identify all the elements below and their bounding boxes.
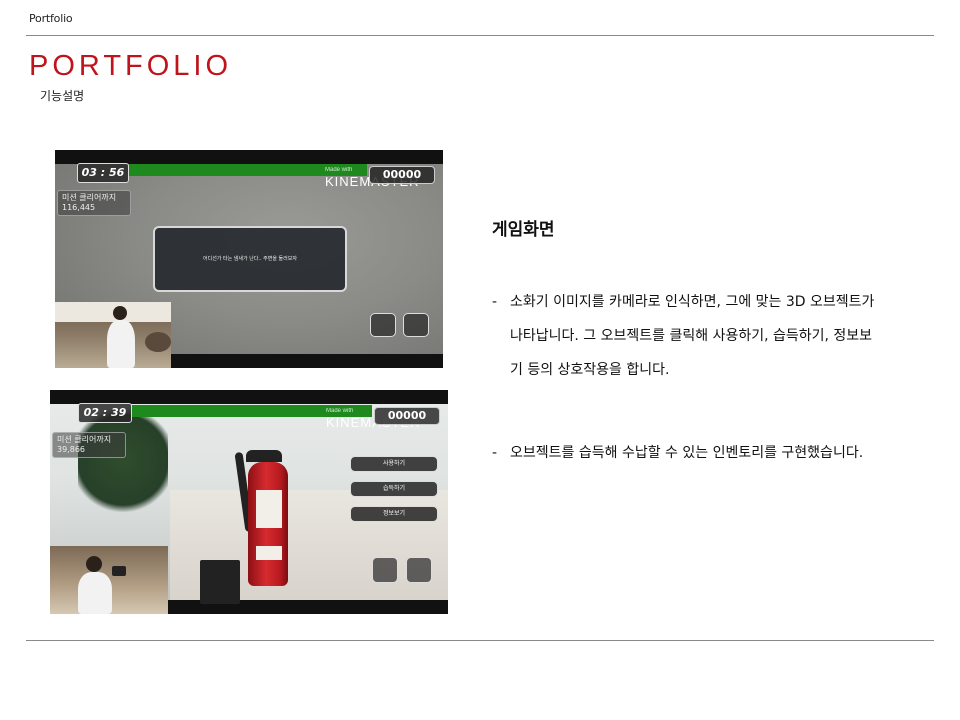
extinguisher-valve [246,450,282,462]
bullet-dash: - [492,445,498,461]
section-heading: 게임화면 [492,220,555,240]
bullet-line: 소화기 이미지를 카메라로 인식하면, 그에 맞는 3D 오브젝트가 [510,294,875,310]
game-screenshot-2: 02 : 39 Made with KINEMASTER 00000 미션 클리… [50,390,448,614]
mission-label: 미션 클리어까지 [57,435,112,444]
person-body [107,320,135,368]
header-label: Portfolio [29,12,73,25]
description-bullet-1: - 소화기 이미지를 카메라로 인식하면, 그에 맞는 3D 오브젝트가 나타납… [492,285,932,387]
action-button-left [370,313,396,337]
mission-value: 39,866 [57,445,85,454]
person-body [78,572,112,614]
bullet-dash: - [492,294,498,310]
bullet-line: 기 등의 상호작용을 합니다. [510,362,670,378]
dialog-box: 어디선가 타는 냄새가 난다.. 주변을 둘러보자 [153,226,347,292]
score-box: 00000 [369,166,435,184]
mission-panel: 미션 클리어까지 116,445 [57,190,131,216]
camera-inset [50,546,168,614]
acquire-button: 습득하기 [350,481,438,497]
mission-panel: 미션 클리어까지 39,866 [52,432,126,458]
action-button-right [403,313,429,337]
fire-extinguisher [248,462,288,586]
top-divider [26,35,934,36]
bullet-line: 나타납니다. 그 오브젝트를 클릭해 사용하기, 습득하기, 정보보 [510,328,873,344]
action-button-left [372,557,398,583]
page-subtitle: 기능설명 [40,89,85,103]
info-button: 정보보기 [350,506,438,522]
score-box: 00000 [374,407,440,425]
description-bullet-2: - 오브젝트를 습득해 수납할 수 있는 인벤토리를 구현했습니다. [492,436,932,470]
mission-label: 미션 클리어까지 [62,193,117,202]
person-head [86,556,102,572]
phone [112,566,126,576]
mission-value: 116,445 [62,203,96,212]
bullet-line: 오브젝트를 습득해 수납할 수 있는 인벤토리를 구현했습니다. [510,445,864,461]
timer: 02 : 39 [78,403,132,423]
use-button: 사용하기 [350,456,438,472]
game-screenshot-1: 03 : 56 Made with KINEMASTER 00000 미션 클리… [55,150,443,368]
camera-inset [55,302,171,368]
page-title: PORTFOLIO [29,50,233,82]
person-head [113,306,127,320]
timer: 03 : 56 [77,163,129,183]
bottom-divider [26,640,934,641]
action-button-right [406,557,432,583]
